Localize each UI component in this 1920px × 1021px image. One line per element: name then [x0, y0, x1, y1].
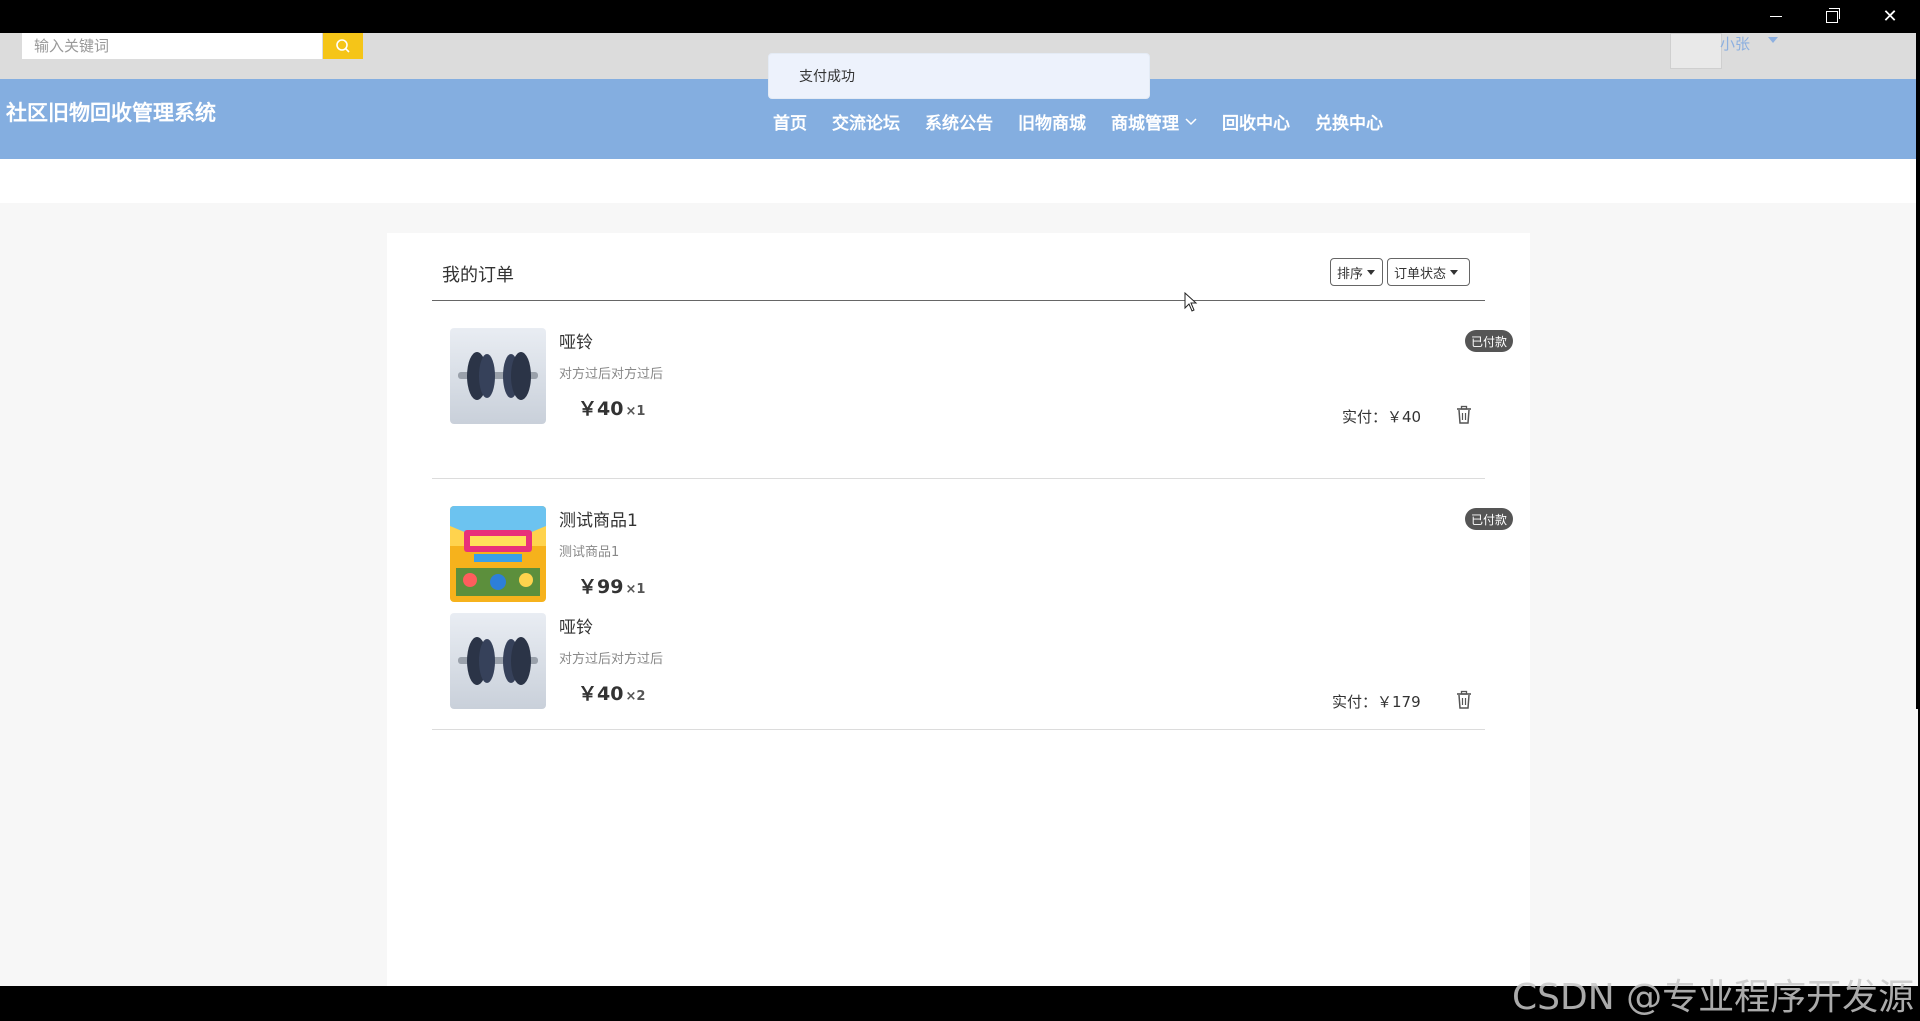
nav-item-recycle-center[interactable]: 回收中心: [1222, 109, 1290, 134]
site-title: 社区旧物回收管理系统: [6, 101, 216, 125]
mouse-cursor-icon: [1184, 292, 1198, 312]
product-image-dumbbell[interactable]: [450, 613, 546, 709]
watermark: CSDN @专业程序开发源: [1512, 977, 1915, 1018]
product-price: ￥99 ×1: [578, 572, 645, 599]
product-price: ￥40 ×2: [578, 679, 645, 706]
trash-icon[interactable]: [1454, 690, 1474, 710]
page-title: 我的订单: [442, 265, 514, 286]
quantity: ×1: [625, 404, 646, 419]
product-image-dumbbell[interactable]: [450, 328, 546, 424]
caret-down-icon: [1450, 269, 1459, 275]
nav-menu: 首页 交流论坛 系统公告 旧物商城 商城管理 回收中心 兑换中心: [773, 109, 1408, 134]
close-icon[interactable]: ✕: [1862, 0, 1918, 33]
product-name[interactable]: 测试商品1: [559, 506, 638, 531]
nav-item-mall-management[interactable]: 商城管理: [1111, 109, 1197, 134]
product-name[interactable]: 哑铃: [559, 328, 593, 353]
quantity: ×2: [625, 689, 646, 704]
user-name[interactable]: 小张: [1720, 33, 1750, 54]
order-card: 测试商品1 测试商品1 ￥99 ×1 哑铃 对方过后对方过后 ￥40 ×2 已付…: [432, 479, 1513, 730]
search-icon: [336, 39, 350, 53]
order-item[interactable]: 哑铃 对方过后对方过后 ￥40 ×2: [450, 613, 1350, 709]
nav-item-home[interactable]: 首页: [773, 109, 807, 134]
vertical-scrollbar[interactable]: [1916, 33, 1920, 709]
order-item[interactable]: 哑铃 对方过后对方过后 ￥40 ×1: [450, 328, 1350, 424]
minimize-icon[interactable]: [1748, 0, 1804, 33]
restore-icon[interactable]: [1804, 0, 1860, 33]
price-value: ￥40: [578, 398, 624, 420]
sort-dropdown[interactable]: 排序: [1330, 258, 1383, 286]
quantity: ×1: [625, 582, 646, 597]
product-description: 对方过后对方过后: [559, 367, 664, 382]
caret-down-icon: [1367, 269, 1376, 275]
product-image-promo[interactable]: [450, 506, 546, 602]
chevron-down-icon[interactable]: [1768, 37, 1778, 43]
order-item[interactable]: 测试商品1 测试商品1 ￥99 ×1: [450, 506, 1350, 602]
nav-item-exchange-center[interactable]: 兑换中心: [1315, 109, 1383, 134]
toast-message: 支付成功: [768, 53, 1150, 99]
status-badge: 已付款: [1465, 330, 1513, 352]
avatar[interactable]: [1670, 33, 1722, 69]
price-value: ￥99: [578, 576, 624, 598]
status-filter-dropdown[interactable]: 订单状态: [1387, 258, 1470, 286]
order-card: 哑铃 对方过后对方过后 ￥40 ×1 已付款 实付：￥40: [432, 301, 1513, 479]
order-total: 实付：￥40: [1342, 408, 1422, 426]
nav-item-announcements[interactable]: 系统公告: [925, 109, 993, 134]
product-price: ￥40 ×1: [578, 394, 645, 421]
window-titlebar: ✕: [0, 0, 1920, 33]
status-badge: 已付款: [1465, 508, 1513, 530]
product-name[interactable]: 哑铃: [559, 613, 593, 638]
nav-item-forum[interactable]: 交流论坛: [832, 109, 900, 134]
product-description: 对方过后对方过后: [559, 652, 664, 667]
product-description: 测试商品1: [559, 545, 620, 560]
search-button[interactable]: [323, 33, 363, 59]
sort-label: 排序: [1337, 266, 1364, 282]
orders-panel: 我的订单 排序 订单状态 哑铃 对方过后对方过后 ￥40 ×1 已付款 实付：￥…: [387, 233, 1530, 986]
order-total: 实付：￥179: [1332, 693, 1421, 711]
chevron-down-icon: [1185, 117, 1197, 125]
nav-item-mall[interactable]: 旧物商城: [1018, 109, 1086, 134]
status-filter-label: 订单状态: [1394, 266, 1447, 282]
spacer-band: [0, 159, 1918, 203]
search-input[interactable]: [22, 33, 322, 59]
trash-icon[interactable]: [1454, 405, 1474, 425]
nav-item-label: 商城管理: [1111, 114, 1179, 134]
price-value: ￥40: [578, 683, 624, 705]
browser-viewport: 小张 社区旧物回收管理系统 首页 交流论坛 系统公告 旧物商城 商城管理 回收中…: [0, 33, 1918, 986]
